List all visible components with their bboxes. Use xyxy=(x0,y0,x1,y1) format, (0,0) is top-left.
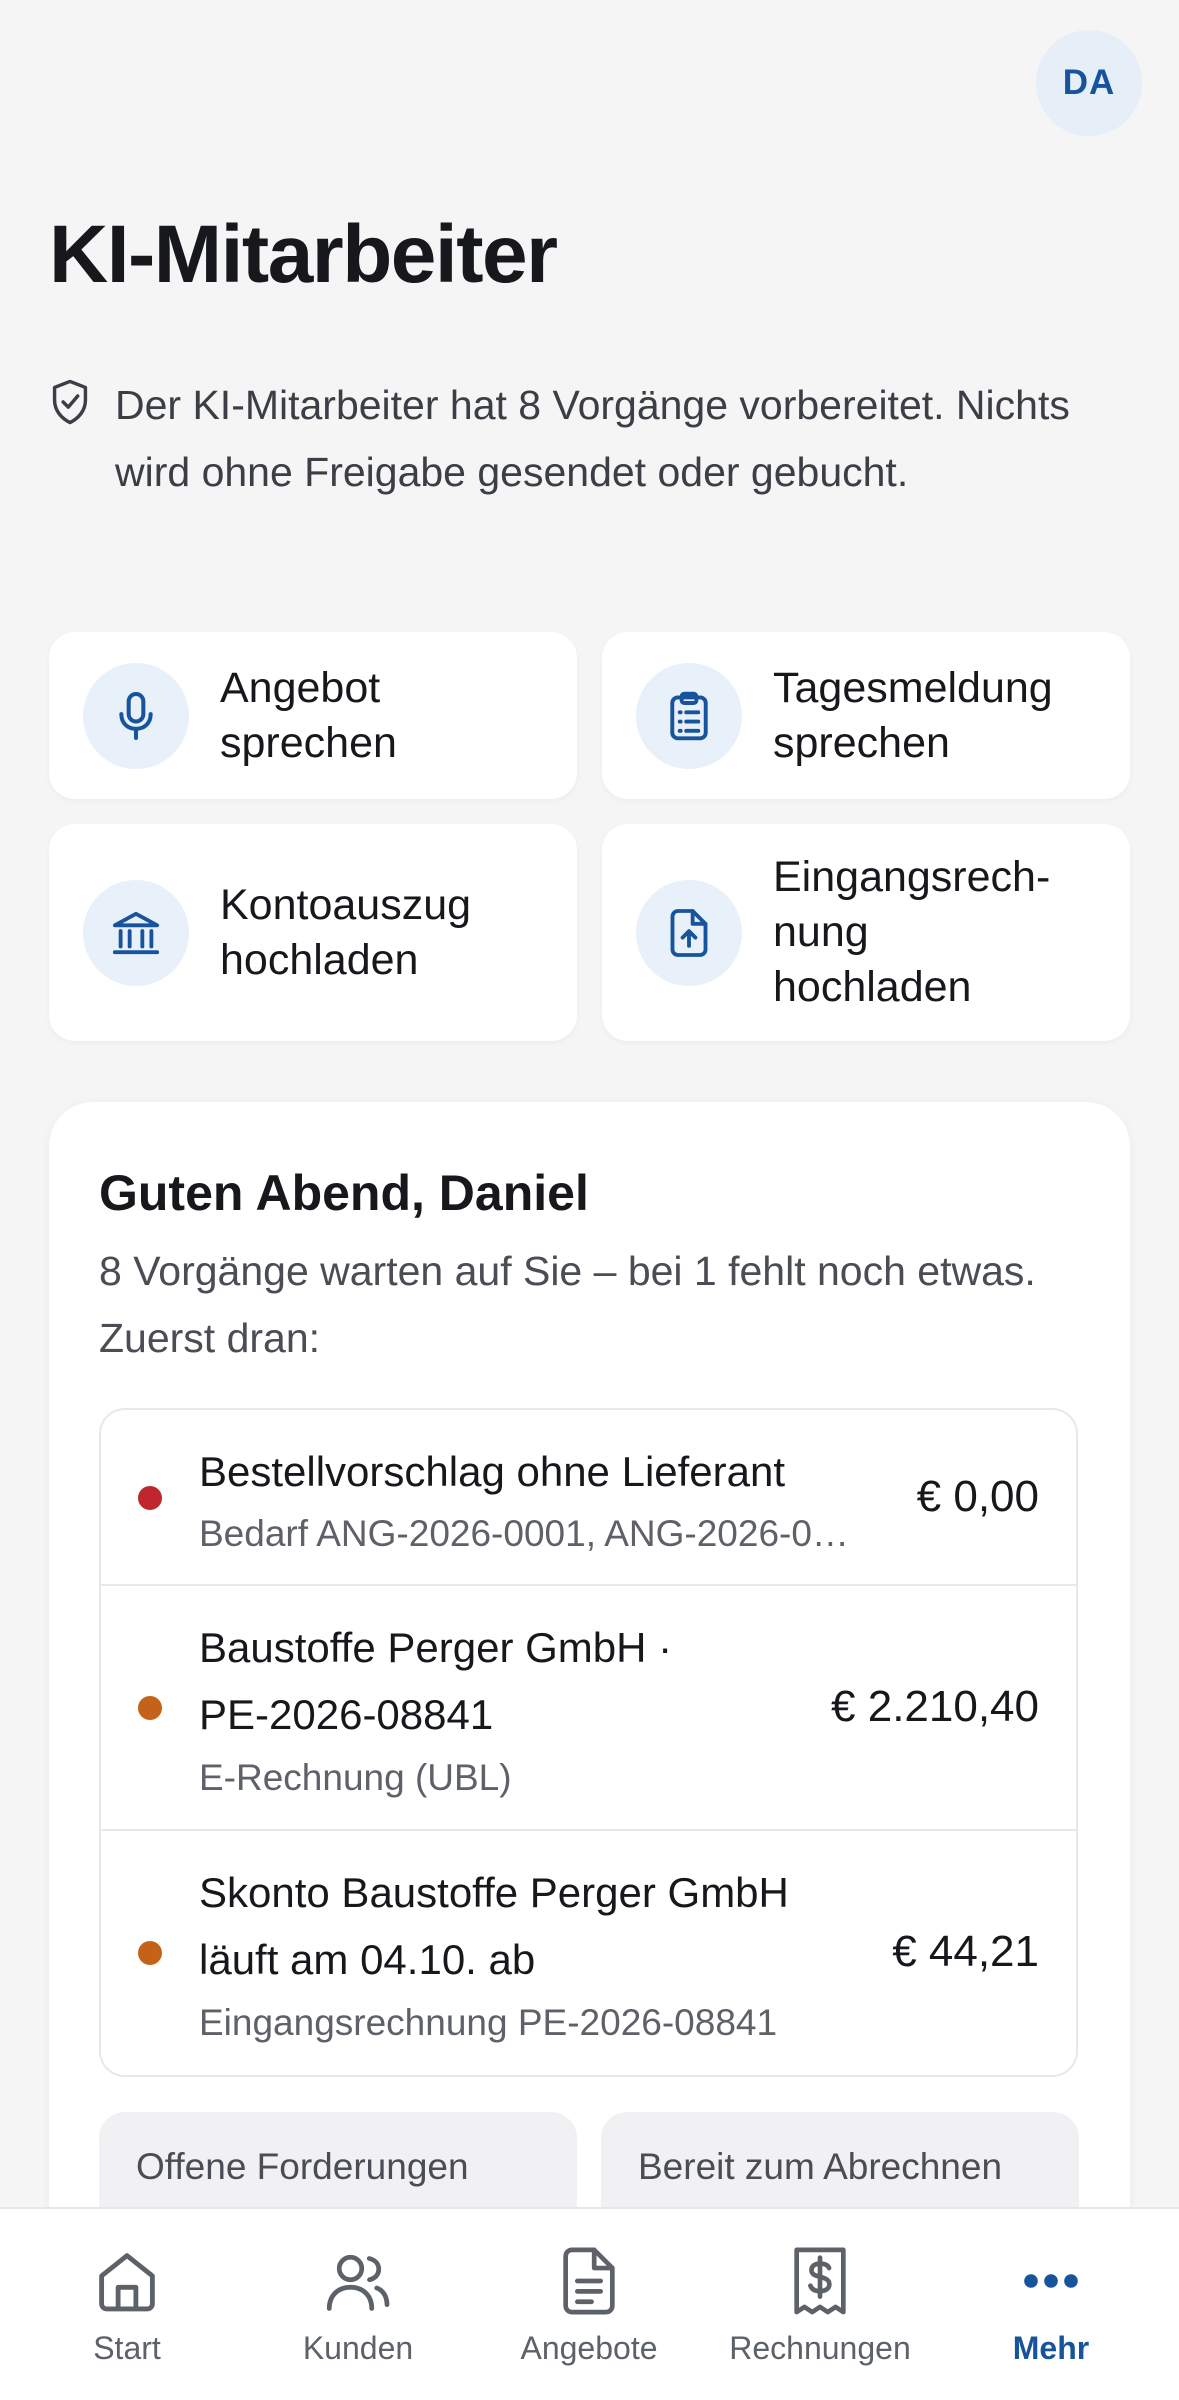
action-eingangsrechnung-hochladen[interactable]: Eingangsrech- nung hochladen xyxy=(602,824,1130,1041)
task-meta: Bedarf ANG-2026-0001, ANG-2026-0002 xyxy=(199,1513,849,1554)
action-label: Kontoauszug hochladen xyxy=(220,880,472,984)
greeting: Guten Abend, Daniel xyxy=(99,1165,589,1221)
task-title: Bestellvorschlag ohne Lieferant xyxy=(199,1448,786,1495)
task-meta: E-Rechnung (UBL) xyxy=(199,1757,512,1798)
status-dot xyxy=(138,1941,162,1965)
more-dots-icon xyxy=(1014,2244,1088,2318)
task-amount: € 0,00 xyxy=(916,1472,1039,1521)
task-title: Baustoffe Perger GmbH · PE-2026-08841 xyxy=(199,1624,673,1738)
user-avatar[interactable]: DA xyxy=(1036,30,1142,136)
page-title: KI-Mitarbeiter xyxy=(49,209,558,300)
task-row[interactable]: Baustoffe Perger GmbH · PE-2026-08841 E-… xyxy=(101,1586,1076,1831)
nav-item-rechnungen[interactable]: Rechnungen xyxy=(702,2209,938,2400)
stat-label: Bereit zum Abrechnen xyxy=(638,2146,1003,2187)
task-row[interactable]: Bestellvorschlag ohne Lieferant Bedarf A… xyxy=(101,1410,1076,1586)
nav-label: Start xyxy=(93,2330,161,2366)
shield-check-icon xyxy=(52,379,88,425)
file-upload-icon xyxy=(636,879,742,986)
action-label: Angebot sprechen xyxy=(220,663,397,767)
screen: DA KI-Mitarbeiter Der KI-Mitarbeiter hat… xyxy=(0,0,1179,2400)
info-notice: Der KI-Mitarbeiter hat 8 Vorgänge vorber… xyxy=(49,372,1109,506)
home-icon xyxy=(90,2244,164,2318)
bottom-navigation: Start Kunden Angebote Rechnungen Mehr xyxy=(0,2207,1179,2400)
action-tagesmeldung-sprechen[interactable]: Tagesmeldung sprechen xyxy=(602,632,1130,799)
task-meta: Eingangsrechnung PE-2026-08841 xyxy=(199,2002,778,2043)
users-icon xyxy=(321,2244,395,2318)
receipt-dollar-icon xyxy=(783,2244,857,2318)
task-amount: € 44,21 xyxy=(892,1927,1039,1976)
task-row[interactable]: Skonto Baustoffe Perger GmbH läuft am 04… xyxy=(101,1831,1076,2075)
microphone-icon xyxy=(83,662,189,769)
task-amount: € 2.210,40 xyxy=(831,1682,1039,1731)
nav-label: Mehr xyxy=(1012,2330,1090,2366)
info-text: Der KI-Mitarbeiter hat 8 Vorgänge vorber… xyxy=(115,382,1070,495)
action-kontoauszug-hochladen[interactable]: Kontoauszug hochladen xyxy=(49,824,577,1041)
nav-label: Rechnungen xyxy=(729,2330,911,2366)
task-list: Bestellvorschlag ohne Lieferant Bedarf A… xyxy=(99,1408,1078,2077)
status-dot xyxy=(138,1486,162,1510)
action-angebot-sprechen[interactable]: Angebot sprechen xyxy=(49,632,577,799)
action-label: Eingangsrech- nung hochladen xyxy=(773,853,1051,1011)
summary-subtitle: 8 Vorgänge warten auf Sie – bei 1 fehlt … xyxy=(99,1248,1036,1361)
bank-icon xyxy=(83,879,189,986)
nav-label: Kunden xyxy=(302,2330,414,2366)
nav-item-angebote[interactable]: Angebote xyxy=(471,2209,707,2400)
task-title: Skonto Baustoffe Perger GmbH läuft am 04… xyxy=(199,1869,789,1983)
action-label: Tagesmeldung sprechen xyxy=(773,663,1053,767)
clipboard-list-icon xyxy=(636,662,742,769)
status-dot xyxy=(138,1696,162,1720)
summary-card: Guten Abend, Daniel 8 Vorgänge warten au… xyxy=(49,1102,1130,2400)
nav-item-start[interactable]: Start xyxy=(9,2209,245,2400)
stat-label: Offene Forderungen xyxy=(136,2146,469,2187)
nav-item-mehr[interactable]: Mehr xyxy=(933,2209,1169,2400)
nav-item-kunden[interactable]: Kunden xyxy=(240,2209,476,2400)
nav-label: Angebote xyxy=(520,2330,658,2366)
document-icon xyxy=(552,2244,626,2318)
